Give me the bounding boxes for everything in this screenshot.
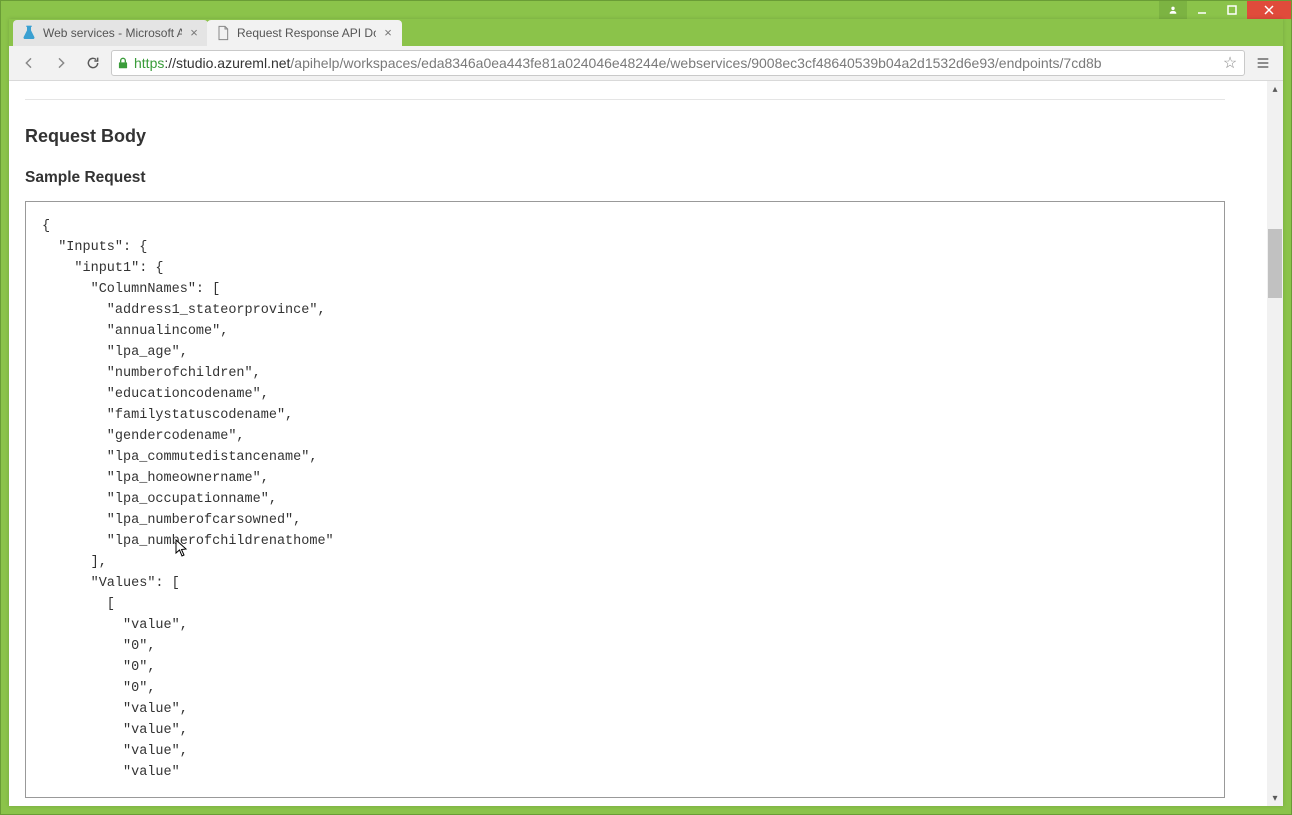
address-bar[interactable]: https://studio.azureml.net/apihelp/works… <box>111 50 1245 76</box>
scroll-up-arrow-icon[interactable]: ▴ <box>1267 81 1283 97</box>
page-viewport: Request Body Sample Request { "Inputs": … <box>9 81 1283 806</box>
url-text: https://studio.azureml.net/apihelp/works… <box>134 55 1216 71</box>
vertical-scrollbar[interactable]: ▴ ▾ <box>1267 81 1283 806</box>
window-minimize-button[interactable] <box>1187 1 1217 19</box>
browser-tab-active[interactable]: Request Response API Do × <box>207 20 402 46</box>
user-account-button[interactable] <box>1159 1 1187 19</box>
tab-title: Web services - Microsoft A <box>43 26 182 40</box>
browser-toolbar: https://studio.azureml.net/apihelp/works… <box>9 46 1283 81</box>
browser-window: Web services - Microsoft A × Request Res… <box>0 0 1292 815</box>
forward-button[interactable] <box>47 49 75 77</box>
section-divider <box>25 99 1225 100</box>
window-titlebar <box>1 1 1291 19</box>
window-close-button[interactable] <box>1247 1 1291 19</box>
tab-strip: Web services - Microsoft A × Request Res… <box>9 19 1283 46</box>
lock-icon <box>116 56 130 70</box>
scrollbar-thumb[interactable] <box>1268 229 1282 298</box>
browser-menu-button[interactable] <box>1249 49 1277 77</box>
request-body-heading: Request Body <box>25 126 1267 147</box>
reload-button[interactable] <box>79 49 107 77</box>
flask-icon <box>21 25 37 41</box>
back-button[interactable] <box>15 49 43 77</box>
browser-chrome: Web services - Microsoft A × Request Res… <box>9 19 1283 806</box>
window-maximize-button[interactable] <box>1217 1 1247 19</box>
browser-tab-inactive[interactable]: Web services - Microsoft A × <box>13 20 208 46</box>
sample-request-code[interactable]: { "Inputs": { "input1": { "ColumnNames":… <box>25 201 1225 798</box>
scroll-down-arrow-icon[interactable]: ▾ <box>1267 790 1283 806</box>
tab-title: Request Response API Do <box>237 26 376 40</box>
bookmark-star-icon[interactable]: ☆ <box>1220 53 1240 73</box>
tab-close-icon[interactable]: × <box>382 27 394 39</box>
tab-close-icon[interactable]: × <box>188 27 200 39</box>
sample-request-heading: Sample Request <box>25 169 1267 187</box>
page-content: Request Body Sample Request { "Inputs": … <box>9 81 1267 806</box>
page-icon <box>215 25 231 41</box>
